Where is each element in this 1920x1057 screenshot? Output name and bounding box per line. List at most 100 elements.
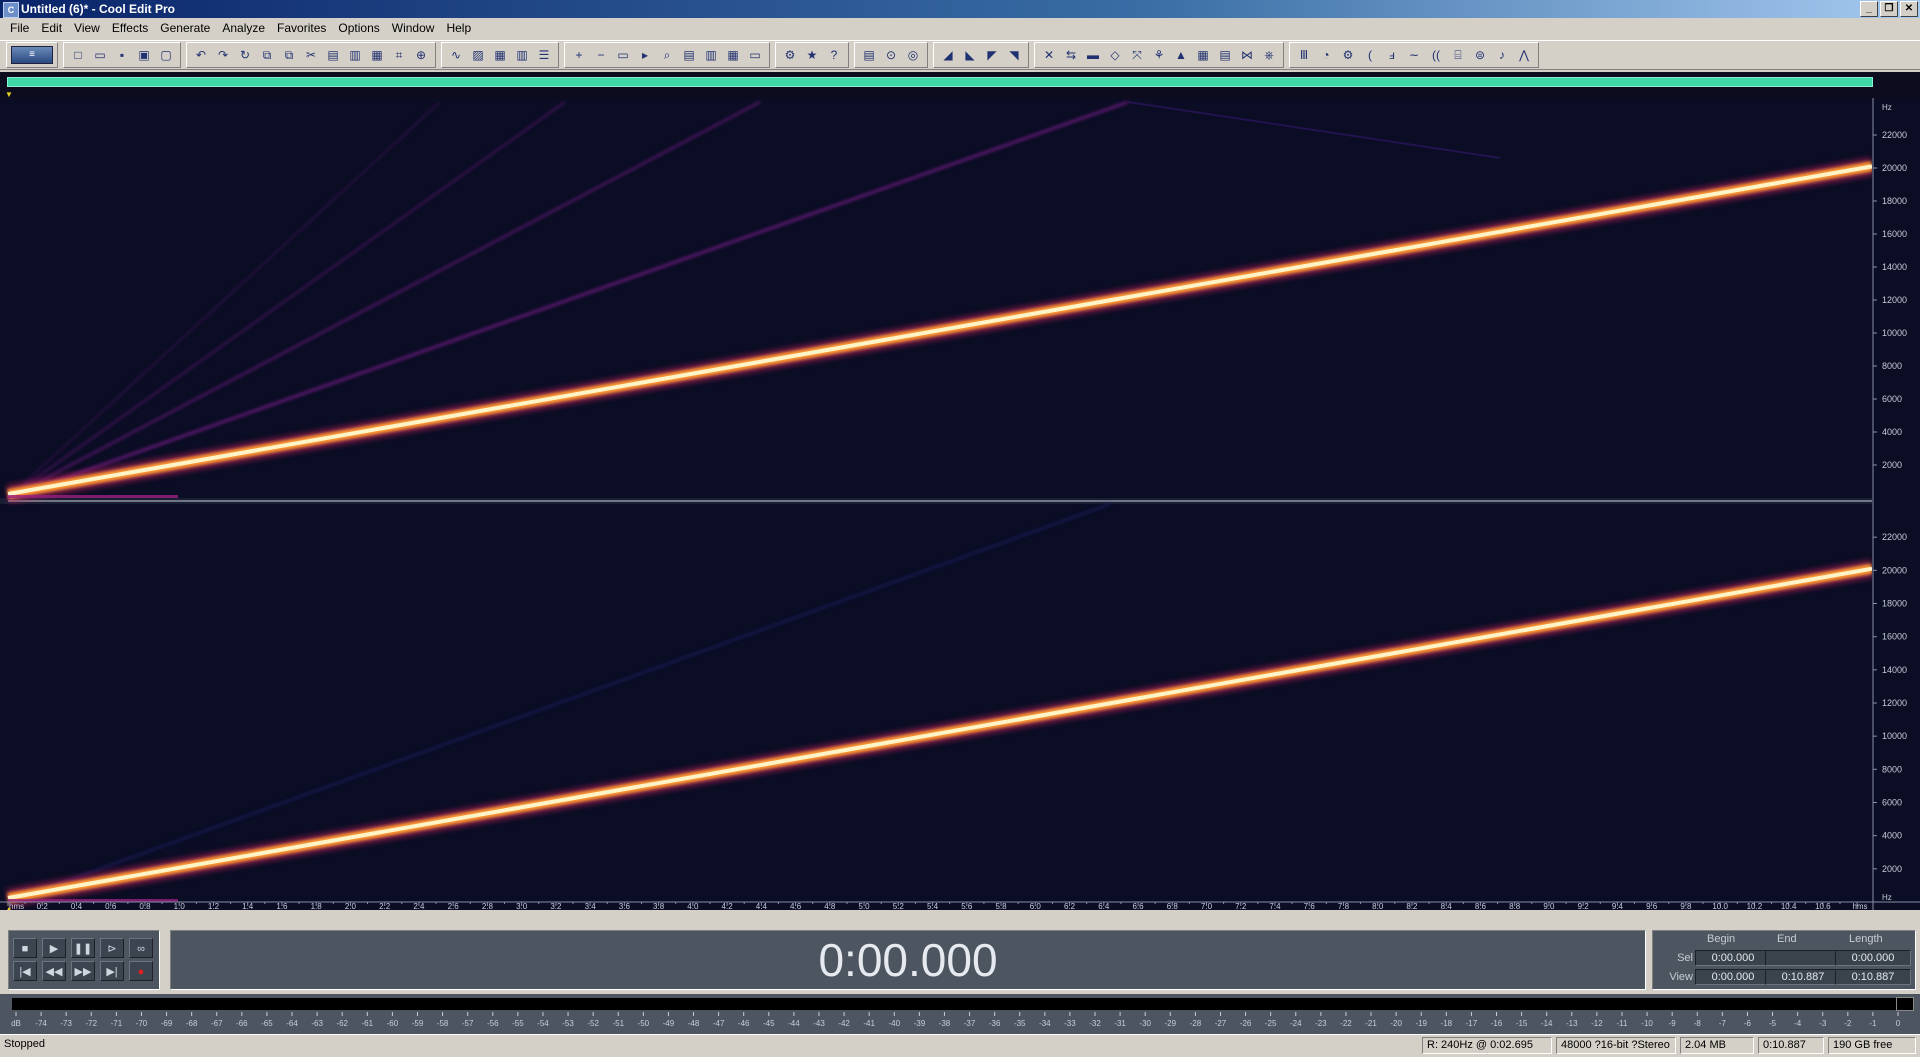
sweep-icon[interactable]: ∼ [1404,45,1424,65]
menu-help[interactable]: Help [440,21,477,35]
repeat-icon[interactable]: ↻ [235,45,255,65]
menu-window[interactable]: Window [386,21,441,35]
undo-icon[interactable]: ↶ [191,45,211,65]
level-meter-clip-indicator[interactable] [1896,997,1914,1011]
frames-icon[interactable]: ▤ [679,45,699,65]
time-format-icon[interactable]: ▦ [723,45,743,65]
distortion-icon[interactable]: ⌸ [1448,45,1468,65]
cool-edit-app-icon[interactable]: C [3,2,19,18]
channel-view-icon[interactable]: ▤ [859,45,879,65]
title-bar[interactable]: C Untitled (6)* - Cool Edit Pro _ ❐ ✕ [0,0,1920,18]
play-cursor-icon[interactable]: ▸ [635,45,655,65]
menu-edit[interactable]: Edit [35,21,68,35]
zoom-selection-icon[interactable]: ⌕ [657,45,677,65]
favorites-icon[interactable]: ★ [802,45,822,65]
music-icon[interactable]: ♪ [1492,45,1512,65]
shape-icon[interactable]: ⋀ [1514,45,1534,65]
amplify-icon[interactable]: ◢ [938,45,958,65]
zoom-magnify-icon[interactable]: ⊙ [881,45,901,65]
pause-icon[interactable]: ❚❚ [71,938,95,958]
chorus-icon[interactable]: ⋈ [1237,45,1257,65]
sel-end-field[interactable] [1765,950,1841,966]
redo-icon[interactable]: ↷ [213,45,233,65]
loop-icon[interactable]: ∞ [129,938,153,958]
copy-icon[interactable]: ⧉ [257,45,277,65]
bars-icon[interactable]: ▥ [701,45,721,65]
view-begin-field[interactable]: 0:00.000 [1695,969,1771,985]
play-to-end-icon[interactable]: ⊳ [100,938,124,958]
copy-new-icon[interactable]: ⧉ [279,45,299,65]
spectrogram-canvas[interactable]: 22000 20000 18000 16000 14000 12000 10000 8000 6… [0,98,1920,910]
normalize-icon[interactable]: ◣ [960,45,980,65]
silence-icon[interactable]: ▬ [1083,45,1103,65]
cut-icon[interactable]: ✂ [301,45,321,65]
stop-icon[interactable]: ■ [13,938,37,958]
rewind-icon[interactable]: ◀◀ [42,961,66,981]
minimize-button[interactable]: _ [1860,1,1878,17]
flanger-icon[interactable]: ⅎ [1382,45,1402,65]
invert-icon[interactable]: ◇ [1105,45,1125,65]
echo-chamber-icon[interactable]: (( [1426,45,1446,65]
reverse-icon[interactable]: ⇆ [1061,45,1081,65]
zoom-out-icon[interactable]: − [591,45,611,65]
menu-effects[interactable]: Effects [106,21,154,35]
echo-icon[interactable]: ⎈ [1259,45,1279,65]
grid-icon[interactable]: ▦ [490,45,510,65]
crop-icon[interactable]: ⌗ [389,45,409,65]
close-file-icon[interactable]: ▢ [156,45,176,65]
restore-button[interactable]: ❐ [1880,1,1898,17]
level-tick-label: -10 [1641,1019,1653,1028]
dynamics-icon[interactable]: ⤧ [1127,45,1147,65]
menu-options[interactable]: Options [332,21,385,35]
insert-icon[interactable]: ⊕ [411,45,431,65]
fade-icon[interactable]: ◥ [1004,45,1024,65]
graphic-eq-icon[interactable]: Ⅲ [1294,45,1314,65]
settings-icon[interactable]: ⚙ [780,45,800,65]
view-end-field[interactable]: 0:10.887 [1765,969,1841,985]
filter-icon[interactable]: ⚘ [1149,45,1169,65]
cue-list-icon[interactable]: ☰ [534,45,554,65]
zoom-in-icon[interactable]: + [569,45,589,65]
save-icon[interactable]: ▪ [112,45,132,65]
menu-generate[interactable]: Generate [154,21,216,35]
sel-length-field[interactable]: 0:00.000 [1835,950,1911,966]
spectral-zoom-icon[interactable]: ◎ [903,45,923,65]
spectral-view-icon[interactable]: ▨ [468,45,488,65]
pitch-icon[interactable]: ▲ [1171,45,1191,65]
play-icon[interactable]: ▶ [42,938,66,958]
paste-icon[interactable]: ▤ [323,45,343,65]
menu-view[interactable]: View [68,21,106,35]
overview-range-bar[interactable] [7,77,1873,87]
close-button[interactable]: ✕ [1900,1,1918,17]
gear-icon[interactable]: ⚙ [1338,45,1358,65]
envelope-icon[interactable]: ◤ [982,45,1002,65]
waveform-view-icon[interactable]: ∿ [446,45,466,65]
hard-limit-icon[interactable]: ⊜ [1470,45,1490,65]
timer-icon[interactable]: ◔ [1316,45,1336,65]
markers-icon[interactable]: ▥ [512,45,532,65]
info-icon[interactable]: ▭ [745,45,765,65]
noise-reduction-icon[interactable]: ✕ [1039,45,1059,65]
delay-icon[interactable]: ▤ [1215,45,1235,65]
menu-favorites[interactable]: Favorites [271,21,332,35]
go-to-start-icon[interactable]: |◀ [13,961,37,981]
go-to-end-icon[interactable]: ▶| [100,961,124,981]
waveform-overview[interactable]: ▼ [0,72,1920,99]
open-file-icon[interactable]: ▭ [90,45,110,65]
mix-paste-icon[interactable]: ▦ [367,45,387,65]
paste-new-icon[interactable]: ▥ [345,45,365,65]
save-all-icon[interactable]: ▣ [134,45,154,65]
menu-file[interactable]: File [4,21,35,35]
spectral-view[interactable]: 22000 20000 18000 16000 14000 12000 10000 8000 6… [0,98,1920,910]
menu-analyze[interactable]: Analyze [216,21,271,35]
reverb-icon[interactable]: ( [1360,45,1380,65]
stretch-icon[interactable]: ▦ [1193,45,1213,65]
multitrack-toggle-icon[interactable]: ≡ [11,46,53,64]
record-icon[interactable]: ● [129,961,153,981]
help-icon[interactable]: ? [824,45,844,65]
view-length-field[interactable]: 0:10.887 [1835,969,1911,985]
sel-begin-field[interactable]: 0:00.000 [1695,950,1771,966]
zoom-full-icon[interactable]: ▭ [613,45,633,65]
fast-forward-icon[interactable]: ▶▶ [71,961,95,981]
new-file-icon[interactable]: □ [68,45,88,65]
